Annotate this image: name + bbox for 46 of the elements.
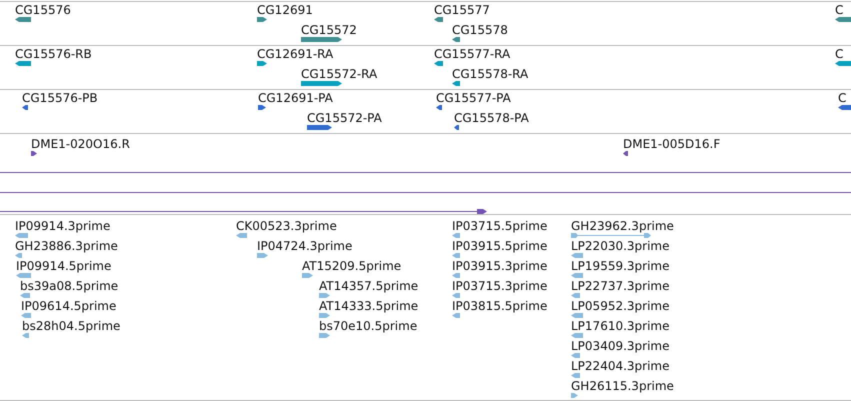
feature-label: bs39a08.5prime — [20, 279, 118, 293]
feature-label: CG15572-RA — [301, 67, 378, 81]
feature-label: CG15572 — [301, 23, 357, 37]
feature-label: C — [835, 3, 844, 17]
feature-label: IP09914.3prime — [15, 219, 110, 233]
feature-label: DME1-020O16.R — [31, 137, 130, 151]
feature-label: C — [835, 47, 844, 61]
feature-label: CG15578-RA — [452, 67, 528, 81]
feature-label: LP22404.3prime — [571, 359, 670, 373]
feature-label: CG15576-PB — [22, 91, 98, 105]
feature-label: IP03915.3prime — [452, 259, 548, 273]
feature-label: C — [838, 91, 846, 105]
feature-label: IP03715.3prime — [452, 279, 548, 293]
feature-label: LP22737.3prime — [571, 279, 670, 293]
feature-label: CG15572-PA — [307, 111, 382, 125]
feature-label: GH23962.3prime — [571, 219, 674, 233]
feature-label: LP22030.3prime — [571, 239, 670, 253]
feature-label: IP04724.3prime — [257, 239, 352, 253]
feature-label: AT15209.5prime — [302, 259, 402, 273]
feature-label: CG15576-RB — [15, 47, 92, 61]
feature-label: DME1-005D16.F — [623, 137, 720, 151]
feature-label: CG15577-PA — [436, 91, 511, 105]
feature-label: CG15577-RA — [434, 47, 510, 61]
feature-label: CG15577 — [434, 3, 490, 17]
feature-label: AT14333.5prime — [319, 299, 418, 313]
feature-label: CK00523.3prime — [236, 219, 337, 233]
feature-label: LP17610.3prime — [571, 319, 670, 333]
feature-label: CG15578-PA — [454, 111, 529, 125]
feature-label: CG12691-PA — [258, 91, 333, 105]
feature-label: IP03915.5prime — [452, 239, 548, 253]
feature-label: AT14357.5prime — [319, 279, 418, 293]
feature-label: GH26115.3prime — [571, 379, 674, 393]
feature-label: LP05952.3prime — [571, 299, 670, 313]
feature-label: bs28h04.5prime — [22, 319, 120, 333]
feature-label: bs70e10.5prime — [319, 319, 418, 333]
feature-label: GH23886.3prime — [15, 239, 118, 253]
feature-label: CG12691 — [257, 3, 313, 17]
feature-label: CG12691-RA — [257, 47, 334, 61]
feature-label: CG15576 — [15, 3, 71, 17]
feature-label: LP19559.3prime — [571, 259, 670, 273]
feature-label: IP09914.5prime — [16, 259, 112, 273]
feature-label: IP09614.5prime — [21, 299, 116, 313]
feature-label: IP03815.5prime — [452, 299, 548, 313]
feature-label: CG15578 — [452, 23, 508, 37]
feature-label: IP03715.5prime — [452, 219, 548, 233]
feature-label: LP03409.3prime — [571, 339, 670, 353]
